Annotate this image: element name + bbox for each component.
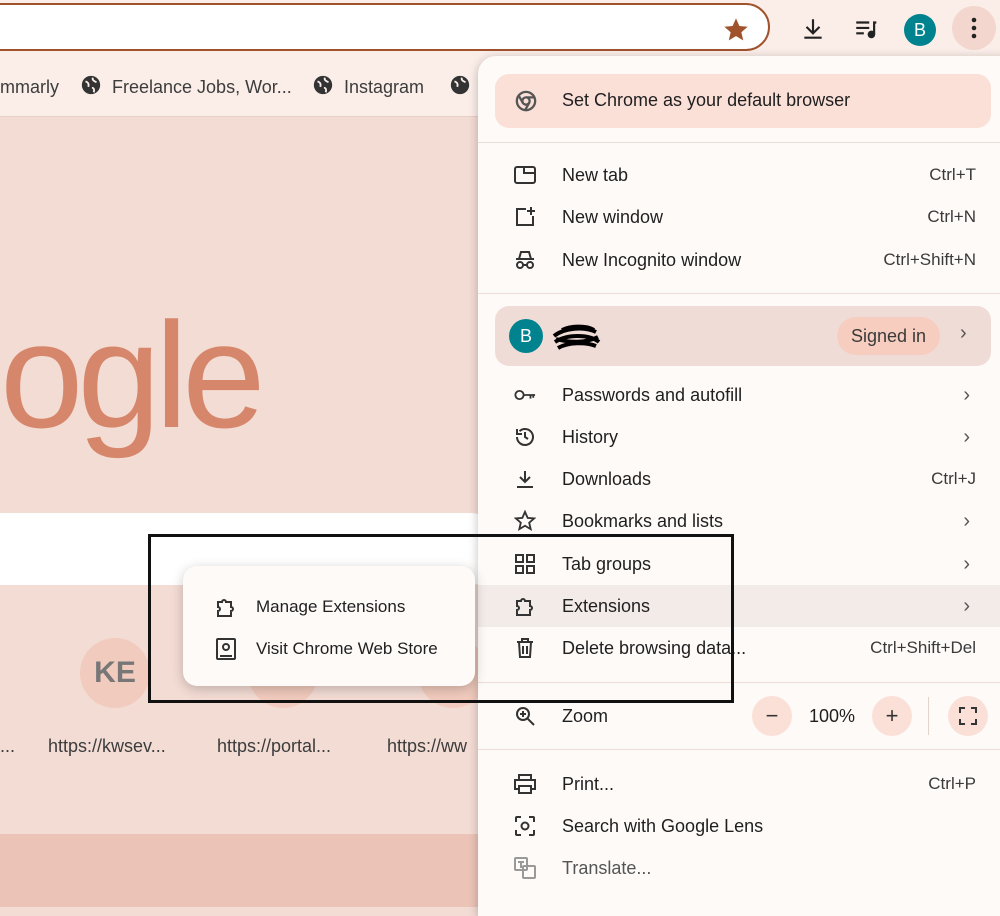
menu-label: Bookmarks and lists: [562, 510, 724, 531]
menu-passwords[interactable]: Passwords and autofill ›: [478, 374, 1000, 416]
globe-icon: [449, 74, 471, 101]
shortcut-label[interactable]: https://kwsev...: [48, 736, 166, 757]
menu-new-window[interactable]: New window Ctrl+N: [478, 196, 1000, 238]
incognito-icon: [514, 249, 536, 271]
shortcut-tile[interactable]: KE: [80, 638, 150, 708]
redacted-name-scribble: [552, 322, 602, 359]
chevron-right-icon: ›: [963, 594, 970, 617]
menu-label: Search with Google Lens: [562, 815, 764, 836]
star-outline-icon: [514, 510, 536, 532]
shortcut-label[interactable]: ...: [0, 736, 15, 757]
menu-shortcut: Ctrl+T: [929, 165, 976, 184]
chevron-right-icon: ›: [963, 552, 970, 575]
menu-divider: [478, 293, 1000, 294]
default-browser-label: Set Chrome as your default browser: [562, 90, 851, 110]
highlight-annotation-box: [148, 534, 734, 703]
menu-print[interactable]: Print... Ctrl+P: [478, 763, 1000, 805]
menu-label: New Incognito window: [562, 249, 742, 270]
menu-label: History: [562, 426, 619, 447]
menu-label: Zoom: [562, 705, 609, 726]
three-dots-icon[interactable]: [952, 6, 996, 50]
chrome-icon: [515, 90, 537, 117]
menu-label: Translate...: [562, 857, 652, 878]
shortcut-badge: KE: [94, 656, 136, 689]
menu-new-tab[interactable]: New tab Ctrl+T: [478, 154, 1000, 196]
menu-incognito[interactable]: New Incognito window Ctrl+Shift+N: [478, 239, 1000, 281]
zoom-level: 100%: [809, 706, 856, 726]
star-icon[interactable]: [722, 16, 750, 44]
translate-icon: [514, 857, 536, 879]
globe-icon: [312, 74, 334, 101]
zoom-divider: [928, 697, 929, 735]
profile-avatar[interactable]: B: [904, 14, 936, 46]
history-icon: [514, 426, 536, 448]
menu-shortcut: Ctrl+Shift+Del: [870, 638, 976, 657]
menu-divider: [478, 142, 1000, 143]
menu-divider: [478, 749, 1000, 750]
zoom-in-button[interactable]: +: [872, 696, 912, 736]
chevron-right-icon: ›: [963, 425, 970, 448]
chevron-right-icon: ›: [963, 509, 970, 532]
signed-in-badge: Signed in: [837, 317, 941, 355]
fullscreen-icon[interactable]: [948, 696, 988, 736]
menu-label: New window: [562, 206, 664, 227]
bookmark-label: mmarly: [0, 76, 59, 97]
menu-label: Passwords and autofill: [562, 384, 743, 405]
menu-google-lens[interactable]: Search with Google Lens: [478, 805, 1000, 847]
menu-shortcut: Ctrl+N: [927, 207, 976, 226]
shortcut-label[interactable]: https://ww: [387, 736, 467, 757]
chevron-right-icon: ›: [963, 383, 970, 406]
bookmark-label: Instagram: [344, 76, 425, 97]
menu-label: New tab: [562, 164, 629, 185]
menu-translate[interactable]: Translate...: [478, 847, 1000, 889]
address-bar[interactable]: [0, 3, 770, 51]
bookmark-item[interactable]: mmarly: [0, 58, 59, 116]
chrome-menu: Set Chrome as your default browser New t…: [478, 56, 1000, 916]
new-window-icon: [514, 206, 536, 228]
zoom-icon: [514, 705, 536, 727]
bookmark-item[interactable]: [449, 58, 471, 116]
avatar-letter: B: [913, 19, 926, 40]
globe-icon: [80, 74, 102, 101]
shortcut-label[interactable]: https://portal...: [217, 736, 331, 757]
menu-shortcut: Ctrl+J: [931, 469, 976, 488]
chevron-right-icon: ›: [960, 322, 967, 344]
zoom-out-button[interactable]: −: [752, 696, 792, 736]
set-default-browser[interactable]: Set Chrome as your default browser: [495, 74, 991, 128]
new-tab-icon: [514, 164, 536, 186]
menu-history[interactable]: History ›: [478, 416, 1000, 458]
bookmark-item[interactable]: Instagram: [312, 58, 424, 116]
key-icon: [514, 384, 536, 406]
avatar-letter: B: [519, 325, 532, 346]
bookmark-item[interactable]: Freelance Jobs, Wor...: [80, 58, 292, 116]
menu-shortcut: Ctrl+P: [928, 774, 976, 793]
download-icon[interactable]: [793, 9, 833, 49]
download-icon: [514, 468, 536, 490]
bookmark-label: Freelance Jobs, Wor...: [112, 76, 292, 97]
menu-label: Print...: [562, 773, 615, 794]
google-logo: ogle: [0, 291, 266, 459]
printer-icon: [514, 773, 536, 795]
menu-downloads[interactable]: Downloads Ctrl+J: [478, 458, 1000, 500]
menu-profile[interactable]: B Signed in ›: [495, 306, 991, 366]
playlist-icon[interactable]: [846, 9, 886, 49]
menu-label: Downloads: [562, 468, 652, 489]
lens-icon: [514, 815, 536, 837]
menu-shortcut: Ctrl+Shift+N: [883, 250, 976, 269]
profile-avatar: B: [509, 319, 543, 353]
